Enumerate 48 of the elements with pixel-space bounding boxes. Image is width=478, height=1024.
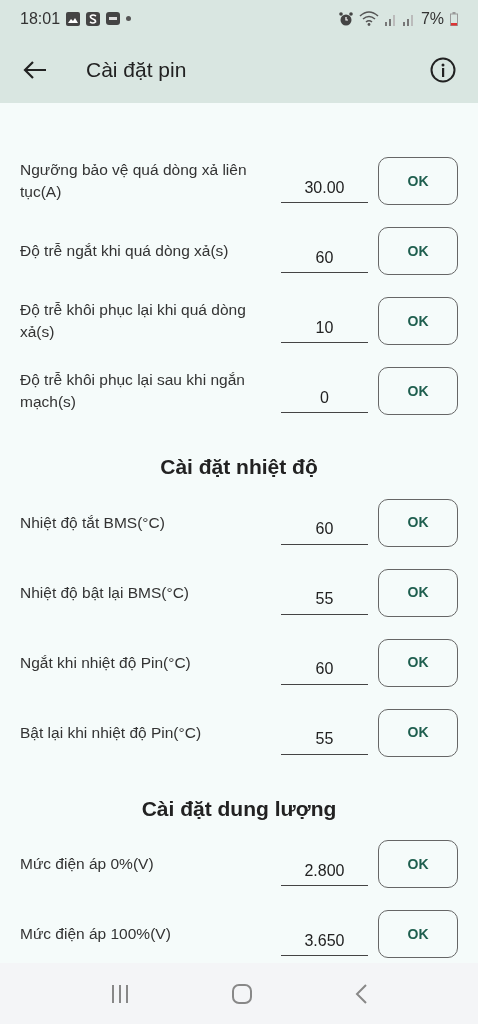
value-field[interactable]: 55	[281, 584, 368, 615]
back-arrow-icon	[23, 60, 47, 80]
value-field[interactable]: 30.00	[281, 173, 368, 203]
value-field[interactable]: 55	[281, 724, 368, 755]
setting-label: Bật lại khi nhiệt độ Pin(°C)	[20, 722, 203, 743]
home-icon[interactable]	[231, 982, 253, 1005]
value-field[interactable]: 0	[281, 383, 368, 413]
value-field[interactable]: 3.650	[281, 926, 368, 956]
setting-label: Độ trễ ngắt khi quá dòng xả(s)	[20, 241, 230, 261]
value-field[interactable]: 2.800	[281, 856, 368, 886]
section-heading: Cài đặt nhiệt độ	[159, 454, 319, 480]
ok-button[interactable]: OK	[378, 498, 458, 547]
ok-button[interactable]: OK	[378, 708, 458, 757]
info-icon	[430, 57, 456, 83]
value-field[interactable]: 10	[281, 313, 368, 343]
setting-label: Nhiệt độ tắt BMS(°C)	[20, 512, 166, 533]
screen-title: Cài đặt pin	[86, 57, 188, 84]
setting-label: Ngắt khi nhiệt độ Pin(°C)	[20, 652, 192, 673]
ok-button[interactable]: OK	[378, 638, 458, 687]
alarm-icon	[338, 11, 353, 26]
back-icon[interactable]	[353, 982, 368, 1005]
wifi-icon	[358, 11, 379, 26]
ok-button[interactable]: OK	[378, 840, 458, 888]
setting-label: Ngưỡng bảo vệ quá dòng xả liên tục(A)	[20, 160, 248, 202]
ok-button[interactable]: OK	[378, 568, 458, 617]
image-icon	[66, 11, 81, 26]
app-icon	[86, 11, 101, 26]
ok-button[interactable]: OK	[378, 227, 458, 275]
setting-label: Độ trễ khôi phục lại khi quá dòng xả(s)	[20, 300, 247, 342]
ok-button[interactable]: OK	[378, 367, 458, 415]
ok-button[interactable]: OK	[378, 910, 458, 958]
recent-apps-icon[interactable]	[110, 983, 131, 1004]
chat-app-icon	[106, 11, 121, 26]
ok-button[interactable]: OK	[378, 157, 458, 205]
value-field[interactable]: 60	[281, 514, 368, 545]
dot-icon	[126, 16, 132, 21]
battery-icon	[450, 11, 458, 26]
value-field[interactable]: 60	[281, 654, 368, 685]
value-field[interactable]: 60	[281, 243, 368, 273]
setting-label: Mức điện áp 0%(V)	[20, 854, 155, 874]
setting-label: Độ trễ khôi phục lại sau khi ngắn mạch(s)	[20, 370, 246, 412]
battery-percent: 7%	[420, 8, 444, 29]
section-heading: Cài đặt dung lượng	[140, 795, 338, 822]
setting-label: Mức điện áp 100%(V)	[20, 924, 172, 944]
status-time: 18:01	[20, 8, 61, 29]
info-button[interactable]	[430, 57, 456, 83]
setting-label: Nhiệt độ bật lại BMS(°C)	[20, 582, 190, 603]
ok-button[interactable]: OK	[378, 297, 458, 345]
